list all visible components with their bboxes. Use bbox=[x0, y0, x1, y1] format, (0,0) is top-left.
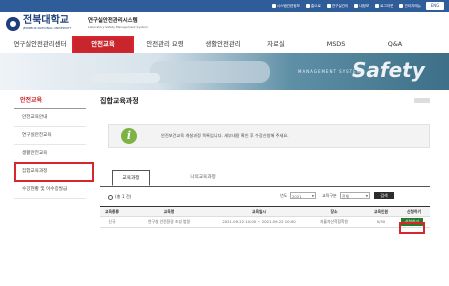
year-select[interactable]: 2021 ▼ bbox=[290, 192, 316, 199]
utility-link[interactable]: 연구실관리 bbox=[326, 1, 348, 11]
table-header: 교육종류 교육명 교육일시 장소 교육인원 신청하기 bbox=[100, 207, 430, 217]
type-select[interactable]: 전체 ▼ bbox=[340, 192, 370, 199]
nav-msds[interactable]: MSDS bbox=[318, 36, 354, 53]
university-name: 전북대학교 bbox=[23, 15, 69, 26]
course-table: 교육종류 교육명 교육일시 장소 교육인원 신청하기 신규 연구실 안전환경 조… bbox=[100, 206, 430, 228]
admin-icon bbox=[399, 4, 404, 8]
column-header: 교육인원 bbox=[374, 209, 388, 214]
highlight-box bbox=[72, 36, 134, 54]
user-icon bbox=[354, 4, 359, 8]
university-emblem-icon bbox=[6, 16, 20, 31]
nav-qna[interactable]: Q&A bbox=[378, 36, 412, 53]
breadcrumb bbox=[414, 98, 430, 103]
utility-link[interactable]: 관리자메뉴 bbox=[399, 1, 421, 11]
notice-box: i 안전보건교육 개설과정 목록입니다. 세부내용 확인 후 수강신청해 주세요… bbox=[108, 124, 430, 148]
column-header: 교육종류 bbox=[105, 209, 119, 214]
cell-place: 자율자산적합학원 bbox=[320, 219, 348, 224]
column-header: 장소 bbox=[330, 209, 338, 214]
side-menu-item[interactable]: 생활안전교육 bbox=[14, 145, 86, 163]
side-menu-item[interactable]: 안전교육안내 bbox=[14, 109, 86, 127]
chevron-down-icon: ▼ bbox=[311, 194, 314, 198]
highlight-box bbox=[399, 222, 425, 234]
side-menu-item[interactable]: 수강현황 및 이수증발급 bbox=[14, 181, 86, 199]
result-count: (총 1 건) bbox=[108, 194, 131, 200]
side-menu-title: 안전교육 bbox=[14, 94, 86, 109]
side-menu: 안전교육 안전교육안내 연구실안전교육 생활안전교육 집합교육과정 수강현황 및… bbox=[14, 94, 86, 199]
top-banner: MANAGEMENT SYSTEM Safety bbox=[0, 53, 449, 90]
system-name-en: Laboratory Safety Management System bbox=[88, 25, 148, 29]
side-menu-item[interactable]: 연구실안전교육 bbox=[14, 127, 86, 145]
column-header: 신청하기 bbox=[407, 209, 421, 214]
info-icon bbox=[271, 4, 276, 8]
tab-courses[interactable]: 교육과정 bbox=[112, 170, 150, 186]
search-toolbar: (총 1 건) 년도 2021 ▼ 교육구분 전체 ▼ 검색 bbox=[100, 192, 430, 202]
main-content: 집합교육과정 i 안전보건교육 개설과정 목록입니다. 세부내용 확인 후 수강… bbox=[100, 94, 430, 228]
main-navigation: 연구실안전관리센터 안전교육 안전관리 요령 생활안전관리 자료실 MSDS Q… bbox=[0, 36, 449, 54]
cell-quota: 0/30 bbox=[376, 219, 386, 224]
utility-links: 시스템관련정보 홈으로 연구실관리 내정보 로그아웃 관리자메뉴 bbox=[271, 1, 421, 11]
system-name: 연구실안전관리시스템 bbox=[88, 18, 138, 24]
search-icon bbox=[108, 194, 113, 200]
utility-link[interactable]: 내정보 bbox=[354, 1, 369, 11]
tab-my-courses[interactable]: 나의교육과정 bbox=[180, 170, 226, 186]
language-button[interactable]: ENG bbox=[426, 2, 444, 10]
system-title[interactable]: 연구실안전관리시스템 Laboratory Safety Management … bbox=[88, 18, 148, 29]
info-icon: i bbox=[121, 128, 137, 144]
nav-archive[interactable]: 자료실 bbox=[256, 36, 296, 53]
lab-icon bbox=[326, 4, 331, 8]
logout-icon bbox=[375, 4, 380, 8]
site-header: 전북대학교 JEONBUK NATIONAL UNIVERSITY 연구실안전관… bbox=[0, 12, 449, 36]
cell-type: 신규 bbox=[108, 219, 116, 224]
column-header: 교육명 bbox=[163, 209, 175, 214]
banner-word: Safety bbox=[352, 58, 425, 82]
highlight-box bbox=[14, 162, 94, 182]
nav-life-safety[interactable]: 생활안전관리 bbox=[198, 36, 248, 53]
cell-date: 2021.09.22 10:00 ~ 2021.09.22 10:00 bbox=[222, 219, 296, 224]
notice-text: 안전보건교육 개설과정 목록입니다. 세부내용 확인 후 수강신청해 주세요. bbox=[161, 133, 289, 138]
course-tabs: 교육과정 나의교육과정 bbox=[100, 170, 430, 187]
utility-link[interactable]: 홈으로 bbox=[305, 1, 321, 11]
type-label: 교육구분 bbox=[322, 193, 337, 198]
nav-lab-safety-center[interactable]: 연구실안전관리센터 bbox=[8, 36, 72, 53]
university-name-en: JEONBUK NATIONAL UNIVERSITY bbox=[23, 26, 72, 30]
nav-safety-guide[interactable]: 안전관리 요령 bbox=[140, 36, 190, 53]
chevron-down-icon: ▼ bbox=[365, 194, 368, 198]
home-icon bbox=[305, 4, 310, 8]
utility-link[interactable]: 로그아웃 bbox=[375, 1, 393, 11]
search-button[interactable]: 검색 bbox=[374, 192, 394, 199]
table-row: 신규 연구실 안전환경 조성 법령 2021.09.22 10:00 ~ 202… bbox=[100, 217, 430, 228]
year-label: 년도 bbox=[280, 193, 288, 198]
page-title: 집합교육과정 bbox=[100, 97, 139, 105]
column-header: 교육일시 bbox=[252, 209, 266, 214]
top-utility-bar: 시스템관련정보 홈으로 연구실관리 내정보 로그아웃 관리자메뉴 ENG bbox=[0, 0, 449, 12]
university-logo[interactable]: 전북대학교 JEONBUK NATIONAL UNIVERSITY bbox=[6, 16, 71, 31]
cell-name[interactable]: 연구실 안전환경 조성 법령 bbox=[124, 217, 214, 227]
utility-link[interactable]: 시스템관련정보 bbox=[271, 1, 300, 11]
banner-shape bbox=[150, 61, 270, 83]
banner-shape bbox=[90, 73, 160, 83]
